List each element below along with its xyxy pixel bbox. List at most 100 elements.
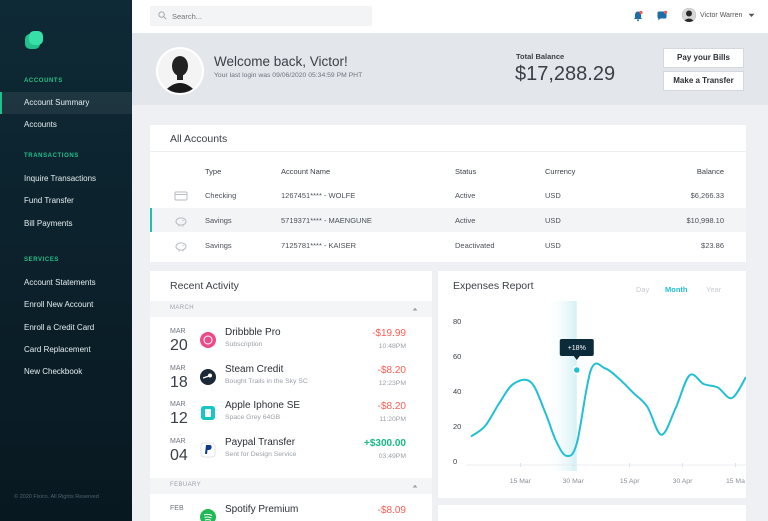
x-tick-label: 15 Ma	[726, 478, 745, 485]
activity-title: Apple Iphone SE	[225, 400, 301, 411]
activity-day: 20	[170, 337, 188, 354]
activity-month: MAR	[170, 364, 186, 372]
dribbble-logo	[200, 332, 216, 348]
chevron-up-icon[interactable]	[412, 484, 418, 488]
sidebar: ACCOUNTS Account Summary Accounts TRANSACTI…	[0, 0, 132, 521]
user-avatar[interactable]	[682, 8, 696, 22]
highlight-region	[545, 301, 577, 471]
bell-icon[interactable]	[632, 10, 644, 22]
column-header-currency[interactable]: Currency	[545, 167, 575, 176]
pay-bills-button[interactable]: Pay your Bills	[663, 48, 744, 68]
table-row[interactable]: Savings 7125781**** - KAISER Deactivated US…	[150, 233, 746, 257]
list-item[interactable]: MAR 20 Dribbble Pro Subscription -$19.99 10:4…	[150, 326, 432, 363]
month-group-header[interactable]: FEBUARY	[150, 478, 432, 494]
all-accounts-card: All Accounts Type Account Name Status Cu…	[150, 125, 746, 262]
column-header-account-name[interactable]: Account Name	[281, 167, 330, 176]
month-label: FEBUARY	[170, 482, 202, 488]
last-login-text: Your last login was 09/06/2020 05:34:59 …	[214, 72, 363, 79]
y-tick-label: 0	[453, 457, 457, 466]
chevron-down-icon[interactable]	[748, 13, 755, 18]
account-currency: USD	[545, 241, 561, 250]
activity-day: 04	[170, 446, 188, 464]
welcome-title: Welcome back, Victor!	[214, 54, 348, 69]
sidebar-item-accounts[interactable]: Accounts	[0, 114, 132, 136]
sidebar-item-fund-transfer[interactable]: Fund Transfer	[0, 190, 132, 212]
activity-subtitle: Space Grey 64GB	[225, 414, 281, 421]
y-tick-label: 20	[453, 422, 461, 431]
list-item[interactable]: MAR 12 Apple Iphone SE Space Grey 64GB -$8.2…	[150, 399, 432, 436]
sidebar-item-new-checkbook[interactable]: New Checkbook	[0, 361, 132, 383]
activity-time: 10:48PM	[378, 343, 406, 350]
sidebar-section-accounts: ACCOUNTS	[24, 78, 63, 84]
activity-time: 03:49PM	[378, 452, 406, 460]
steam-logo	[200, 368, 216, 385]
total-balance-value: $17,288.29	[515, 63, 616, 85]
account-name: 1267451**** - WOLFE	[281, 191, 356, 200]
piggy-bank-icon	[174, 214, 188, 227]
list-item[interactable]: MAR 04 Paypal Transfer Sent for Design Serv…	[150, 436, 432, 473]
account-balance: $6,266.33	[690, 191, 724, 200]
activity-month: FEB	[170, 505, 184, 512]
table-row[interactable]: Checking 1267451**** - WOLFE Active USD $6,2…	[150, 183, 746, 207]
y-tick-label: 40	[453, 387, 461, 396]
divider	[150, 151, 746, 152]
copyright-text: © 2020 Fixico. All Rights Reserved	[14, 494, 99, 500]
topbar: Victor Warren	[132, 0, 768, 33]
chat-icon[interactable]	[656, 10, 668, 22]
sidebar-item-enroll-a-credit-card[interactable]: Enroll a Credit Card	[0, 317, 132, 339]
column-header-balance[interactable]: Balance	[697, 167, 724, 176]
x-tick-label: 30 Apr	[673, 478, 693, 485]
sidebar-section-transactions: TRANSACTIONS	[24, 153, 79, 159]
next-card	[438, 505, 746, 521]
activity-time: 11:20PM	[379, 416, 406, 423]
activity-amount: -$8.20	[377, 364, 406, 376]
search-icon	[158, 11, 167, 20]
account-currency: USD	[545, 191, 561, 200]
activity-month: MAR	[170, 328, 186, 335]
welcome-banner: Welcome back, Victor! Your last login wa…	[132, 33, 768, 105]
account-name: 5719371**** - MAENGUNE	[281, 216, 372, 225]
apple-store-logo	[200, 405, 216, 421]
user-name[interactable]: Victor Warren	[700, 12, 742, 19]
sidebar-item-enroll-new-account[interactable]: Enroll New Account	[0, 294, 132, 316]
account-currency: USD	[545, 216, 561, 225]
recent-activity-card: Recent Activity MARCH MAR 20 Dribbble Pro Su…	[150, 271, 432, 521]
chevron-up-icon[interactable]	[412, 307, 418, 311]
sidebar-item-inquire-transactions[interactable]: Inquire Transactions	[0, 168, 132, 190]
list-item[interactable]: FEB Spotify Premium -$8.09	[150, 503, 432, 521]
app-logo-icon[interactable]	[24, 31, 44, 51]
month-group-header[interactable]: MARCH	[150, 301, 432, 317]
x-tick-label: 15 Apr	[620, 478, 640, 485]
activity-time: 12:23PM	[378, 379, 406, 387]
highlight-point	[572, 365, 582, 375]
sidebar-item-card-replacement[interactable]: Card Replacement	[0, 339, 132, 361]
account-balance: $10,998.10	[686, 216, 724, 225]
account-type: Savings	[205, 241, 232, 250]
column-header-status[interactable]: Status	[455, 167, 476, 176]
sidebar-item-account-statements[interactable]: Account Statements	[0, 272, 132, 294]
activity-title: Paypal Transfer	[225, 436, 296, 448]
account-type: Savings	[205, 216, 232, 225]
x-tick-label: 30 Mar	[563, 478, 585, 485]
y-tick-label: 80	[453, 317, 461, 326]
sidebar-item-bill-payments[interactable]: Bill Payments	[0, 213, 132, 235]
y-tick-label: 60	[453, 352, 461, 361]
account-status: Active	[455, 191, 476, 200]
table-row[interactable]: Savings 5719371**** - MAENGUNE Active USD $1…	[150, 208, 746, 232]
piggy-bank-icon	[174, 239, 188, 252]
column-header-type[interactable]: Type	[205, 167, 221, 176]
activity-amount: -$8.09	[377, 505, 406, 516]
list-item[interactable]: MAR 18 Steam Credit Bought Trails in the Sk…	[150, 363, 432, 400]
make-transfer-button[interactable]: Make a Transfer	[663, 71, 744, 91]
all-accounts-title: All Accounts	[170, 133, 228, 145]
sidebar-item-account-summary[interactable]: Account Summary	[0, 92, 132, 114]
activity-amount: -$8.20	[377, 401, 406, 412]
account-name: 7125781**** - KAISER	[281, 241, 357, 250]
search-input[interactable]	[172, 8, 362, 24]
x-tick-label: 15 Mar	[510, 478, 532, 485]
series-line-expenses	[470, 362, 746, 458]
search-box[interactable]	[150, 6, 372, 26]
spotify-logo	[200, 509, 216, 521]
activity-amount: +$300.00	[364, 437, 406, 449]
account-status: Deactivated	[455, 241, 495, 250]
